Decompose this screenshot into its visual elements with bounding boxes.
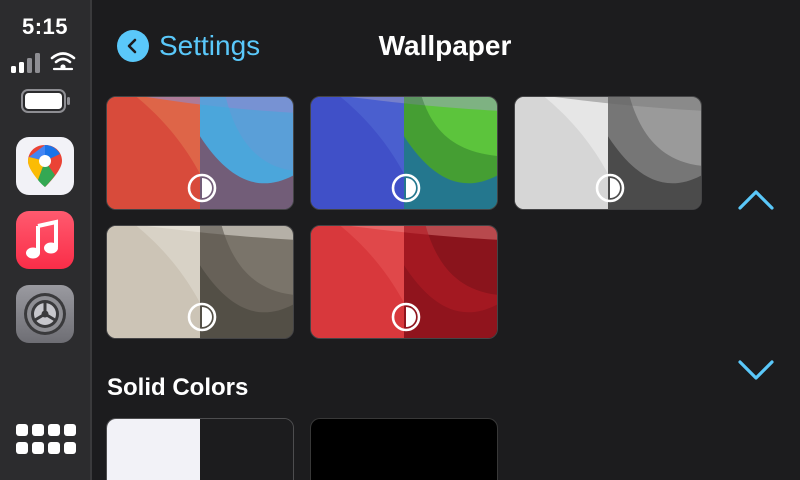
sidebar: 5:15 [0, 0, 92, 480]
cellular-signal-icon [11, 53, 40, 73]
section-heading-solid-colors: Solid Colors [107, 374, 249, 401]
solid-color-dark-half [200, 419, 293, 480]
appearance-mode-icon [187, 302, 217, 332]
appearance-mode-icon [391, 302, 421, 332]
chevron-left-icon [117, 30, 149, 62]
app-grid-icon[interactable] [16, 424, 76, 458]
appearance-mode-icon [187, 173, 217, 203]
solid-color-tile[interactable] [106, 418, 294, 480]
solid-color-tile[interactable] [310, 418, 498, 480]
chevron-up-icon[interactable] [736, 186, 776, 214]
settings-app-icon[interactable] [16, 285, 74, 343]
music-note-icon [26, 219, 58, 259]
status-time: 5:15 [21, 14, 69, 39]
page-title: Wallpaper [378, 30, 512, 61]
wallpaper-tile[interactable] [514, 96, 702, 210]
appearance-mode-icon [391, 173, 421, 203]
wallpaper-tile[interactable] [106, 96, 294, 210]
solid-color-light-half [107, 419, 200, 480]
gear-icon [24, 293, 66, 335]
back-button[interactable]: Settings [117, 27, 260, 65]
back-label: Settings [159, 30, 261, 61]
map-pin-icon [28, 145, 62, 187]
battery-icon [21, 89, 70, 113]
maps-app-icon[interactable] [16, 137, 74, 195]
wallpaper-tile[interactable] [310, 225, 498, 339]
music-app-icon[interactable] [16, 211, 74, 269]
chevron-down-icon[interactable] [736, 356, 776, 384]
appearance-mode-icon [595, 173, 625, 203]
sidebar-divider [90, 0, 92, 480]
wallpaper-tile[interactable] [310, 96, 498, 210]
wallpaper-tile[interactable] [106, 225, 294, 339]
wifi-icon [50, 52, 76, 71]
carplay-screen: 5:15 Settings Wallpaper Solid Colors [0, 0, 800, 480]
